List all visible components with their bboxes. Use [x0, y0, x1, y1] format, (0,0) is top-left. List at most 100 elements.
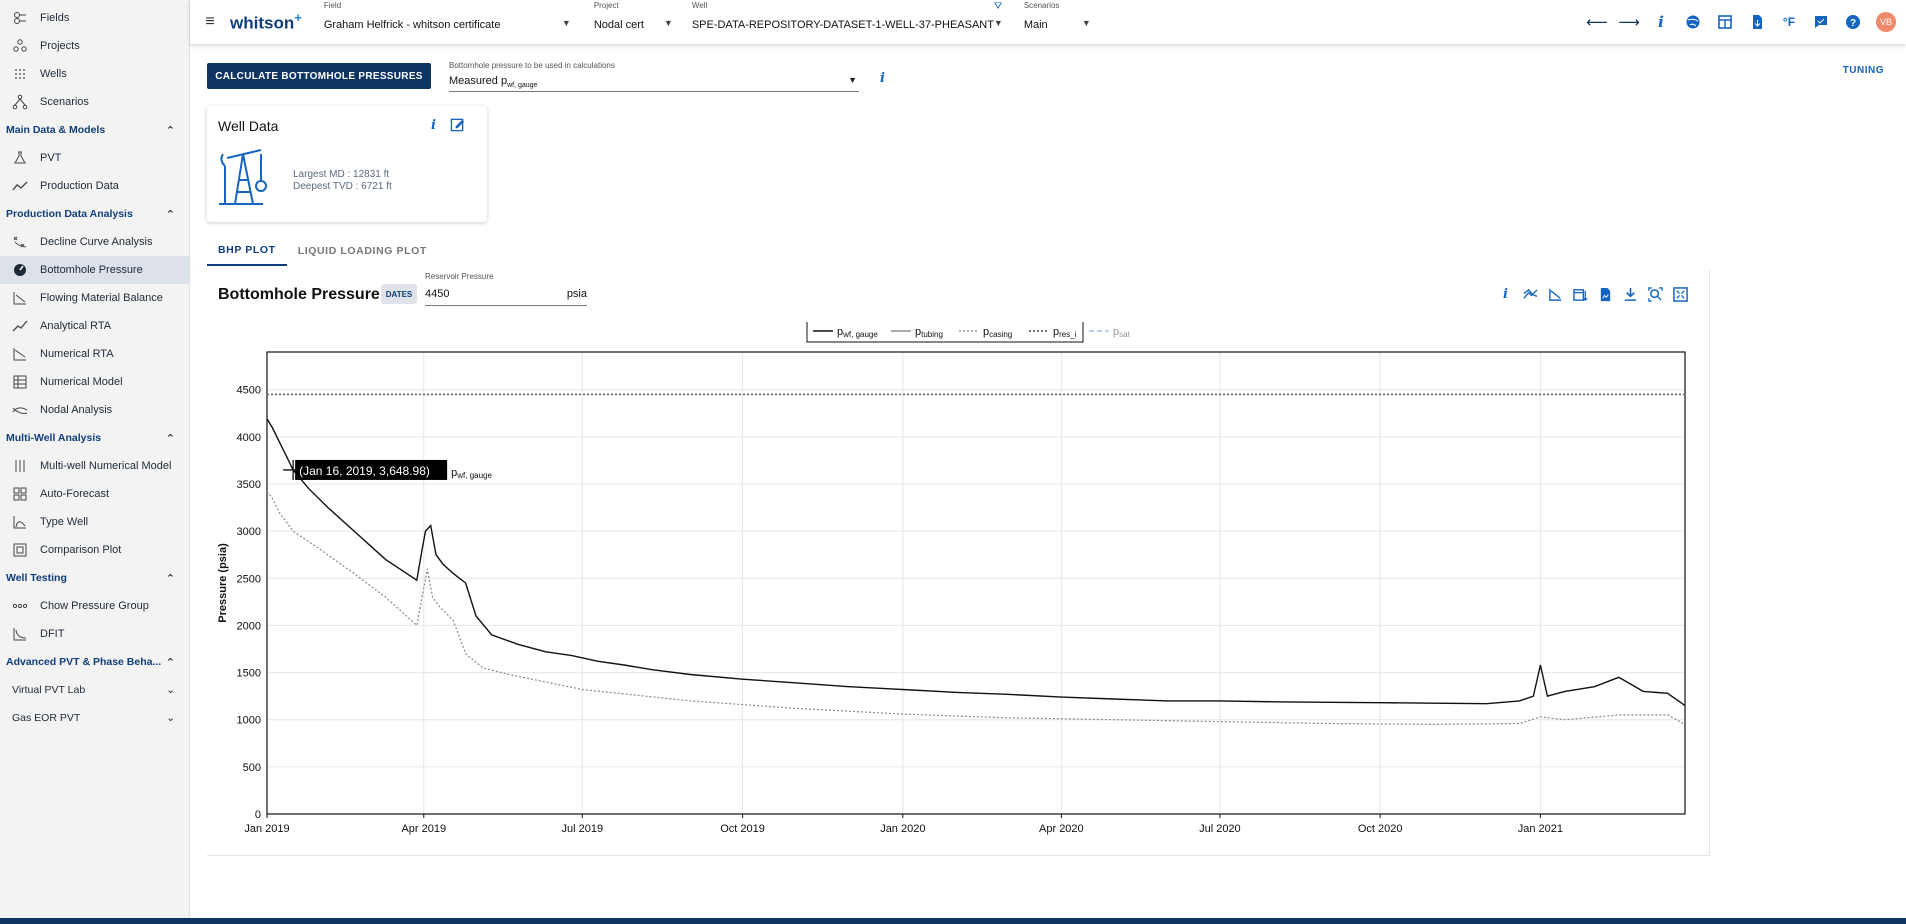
- calculate-bottomhole-pressures-button[interactable]: CALCULATE BOTTOMHOLE PRESSURES: [207, 63, 431, 89]
- download-icon[interactable]: [1622, 286, 1639, 303]
- type-well-icon: [0, 514, 40, 530]
- section-advanced-pvt[interactable]: Advanced PVT & Phase Beha... ⌃: [0, 648, 189, 676]
- units-toggle[interactable]: °F: [1780, 13, 1798, 31]
- tuning-button[interactable]: TUNING: [1843, 65, 1884, 76]
- download-file-icon[interactable]: [1748, 13, 1766, 31]
- axis-icon[interactable]: [1547, 286, 1564, 303]
- info-icon[interactable]: i: [1652, 13, 1670, 31]
- sidebar-item-label: Comparison Plot: [40, 544, 122, 556]
- sidebar-item-label: Multi-well Numerical Model: [40, 460, 172, 472]
- field-label: Field: [323, 1, 342, 10]
- sidebar-item-flowing-material-balance[interactable]: Flowing Material Balance: [0, 284, 189, 312]
- sidebar-item-type-well[interactable]: Type Well: [0, 508, 189, 536]
- avatar[interactable]: VB: [1876, 12, 1896, 32]
- sidebar-item-gas-eor-pvt[interactable]: Gas EOR PVT ⌄: [0, 704, 189, 732]
- table-icon[interactable]: [1716, 13, 1734, 31]
- footer-strip: [0, 918, 1906, 924]
- logo: whitson+: [230, 10, 302, 33]
- sidebar-item-label: Numerical RTA: [40, 348, 114, 360]
- sidebar-item-production-data[interactable]: Production Data: [0, 172, 189, 200]
- section-production-data-analysis[interactable]: Production Data Analysis ⌃: [0, 200, 189, 228]
- sidebar-item-scenarios[interactable]: Scenarios: [0, 88, 189, 116]
- tab-bhp-plot[interactable]: BHP PLOT: [207, 236, 287, 266]
- feedback-icon[interactable]: [1812, 13, 1830, 31]
- plot-toolbar: i: [1497, 286, 1689, 303]
- reservoir-pressure-value: 4450: [425, 288, 450, 300]
- gauge-icon: [0, 262, 40, 278]
- series-line-pcasing: [266, 491, 1686, 726]
- sidebar-item-projects[interactable]: Projects: [0, 32, 189, 60]
- fullscreen-icon[interactable]: [1672, 286, 1689, 303]
- sidebar-item-wells[interactable]: Wells: [0, 60, 189, 88]
- arrow-back-icon[interactable]: ⟵: [1586, 13, 1608, 31]
- caret-down-icon: ▼: [993, 18, 1003, 28]
- sidebar-item-multiwell-numerical-model[interactable]: Multi-well Numerical Model: [0, 452, 189, 480]
- sidebar-item-numerical-model[interactable]: Numerical Model: [0, 368, 189, 396]
- sidebar-item-fields[interactable]: Fields: [0, 4, 189, 32]
- sidebar-item-label: Gas EOR PVT: [12, 712, 81, 724]
- sidebar-item-bottomhole-pressure[interactable]: Bottomhole Pressure: [0, 256, 189, 284]
- x-tick-label: Jul 2019: [562, 823, 604, 835]
- scenarios-label: Scenarios: [1023, 1, 1060, 10]
- sidebar-item-virtual-pvt-lab[interactable]: Virtual PVT Lab ⌄: [0, 676, 189, 704]
- deepest-tvd: Deepest TVD : 6721 ft: [293, 181, 392, 192]
- section-well-testing[interactable]: Well Testing ⌃: [0, 564, 189, 592]
- sidebar-item-nodal-analysis[interactable]: Nodal Analysis: [0, 396, 189, 424]
- edit-icon[interactable]: [450, 117, 465, 137]
- bhp-source-select[interactable]: Bottomhole pressure to be used in calcul…: [449, 58, 859, 92]
- menu-icon[interactable]: ≡: [190, 13, 230, 31]
- trend-icon[interactable]: [1522, 286, 1539, 303]
- sidebar-item-label: Virtual PVT Lab: [12, 684, 86, 696]
- sidebar-item-chow-pressure-group[interactable]: Chow Pressure Group: [0, 592, 189, 620]
- y-tick-label: 1500: [237, 668, 261, 680]
- reservoir-pressure-label: Reservoir Pressure: [425, 272, 494, 281]
- info-icon[interactable]: i: [880, 71, 885, 86]
- legend-label: psat: [1113, 326, 1131, 339]
- section-multi-well-analysis[interactable]: Multi-Well Analysis ⌃: [0, 424, 189, 452]
- chevron-up-icon: ⌃: [165, 656, 175, 669]
- x-tick-label: Apr 2020: [1039, 823, 1084, 835]
- sidebar-item-label: Numerical Model: [40, 376, 123, 388]
- date-range-icon[interactable]: [1572, 286, 1589, 303]
- sidebar-item-label: Fields: [40, 12, 70, 24]
- well-data-card: Well Data i Largest MD : 12831 ft Deepes…: [207, 106, 487, 222]
- sidebar-item-analytical-rta[interactable]: Analytical RTA: [0, 312, 189, 340]
- bhp-chart[interactable]: 0 500 1000 1500 2000 2500 3000 3500 4000 4500 Jan …: [210, 322, 1700, 842]
- tab-liquid-loading-plot[interactable]: LIQUID LOADING PLOT: [287, 236, 438, 266]
- sidebar-item-auto-forecast[interactable]: Auto-Forecast: [0, 480, 189, 508]
- dates-toggle[interactable]: DATES: [381, 284, 417, 304]
- sidebar-item-comparison-plot[interactable]: Comparison Plot: [0, 536, 189, 564]
- info-icon[interactable]: i: [431, 118, 436, 133]
- sidebar-item-pvt[interactable]: PVT: [0, 144, 189, 172]
- arrow-forward-icon[interactable]: ⟶: [1618, 13, 1640, 31]
- globe-icon[interactable]: [1684, 13, 1702, 31]
- scenarios-value: Main: [1023, 19, 1048, 31]
- pvt-icon: [0, 150, 40, 166]
- tooltip-text: (Jan 16, 2019, 3,648.98): [299, 464, 430, 478]
- numerical-model-icon: [0, 374, 40, 390]
- well-select[interactable]: Well SPE-DATA-REPOSITORY-DATASET-1-WELL-…: [692, 0, 1004, 44]
- reservoir-pressure-input[interactable]: Reservoir Pressure 4450 psia: [425, 272, 587, 306]
- zoom-fit-icon[interactable]: [1647, 286, 1664, 303]
- section-main-data-models[interactable]: Main Data & Models ⌃: [0, 116, 189, 144]
- comparison-plot-icon: [0, 542, 40, 558]
- field-select[interactable]: Field Graham Helfrick - whitson certific…: [324, 0, 574, 44]
- y-tick-label: 0: [255, 809, 261, 821]
- info-icon[interactable]: i: [1497, 286, 1514, 303]
- sidebar-item-label: Auto-Forecast: [40, 488, 110, 500]
- largest-md: Largest MD : 12831 ft: [293, 169, 390, 180]
- sidebar-item-label: Production Data: [40, 180, 119, 192]
- chevron-up-icon: ⌃: [165, 124, 175, 137]
- filter-icon[interactable]: ⛛: [994, 1, 1002, 12]
- sidebar-item-numerical-rta[interactable]: Numerical RTA: [0, 340, 189, 368]
- analytical-rta-icon: [0, 318, 40, 334]
- help-icon[interactable]: ?: [1844, 13, 1862, 31]
- sidebar-item-dfit[interactable]: DFIT: [0, 620, 189, 648]
- sidebar-item-decline-curve-analysis[interactable]: Decline Curve Analysis: [0, 228, 189, 256]
- scenarios-select[interactable]: Scenarios Main ▼: [1024, 0, 1094, 44]
- plot-tabs: BHP PLOT LIQUID LOADING PLOT: [207, 236, 438, 266]
- sidebar-item-label: Decline Curve Analysis: [40, 236, 153, 248]
- image-export-icon[interactable]: [1597, 286, 1614, 303]
- project-select[interactable]: Project Nodal cert ▼: [594, 0, 673, 44]
- sidebar-item-label: Scenarios: [40, 96, 89, 108]
